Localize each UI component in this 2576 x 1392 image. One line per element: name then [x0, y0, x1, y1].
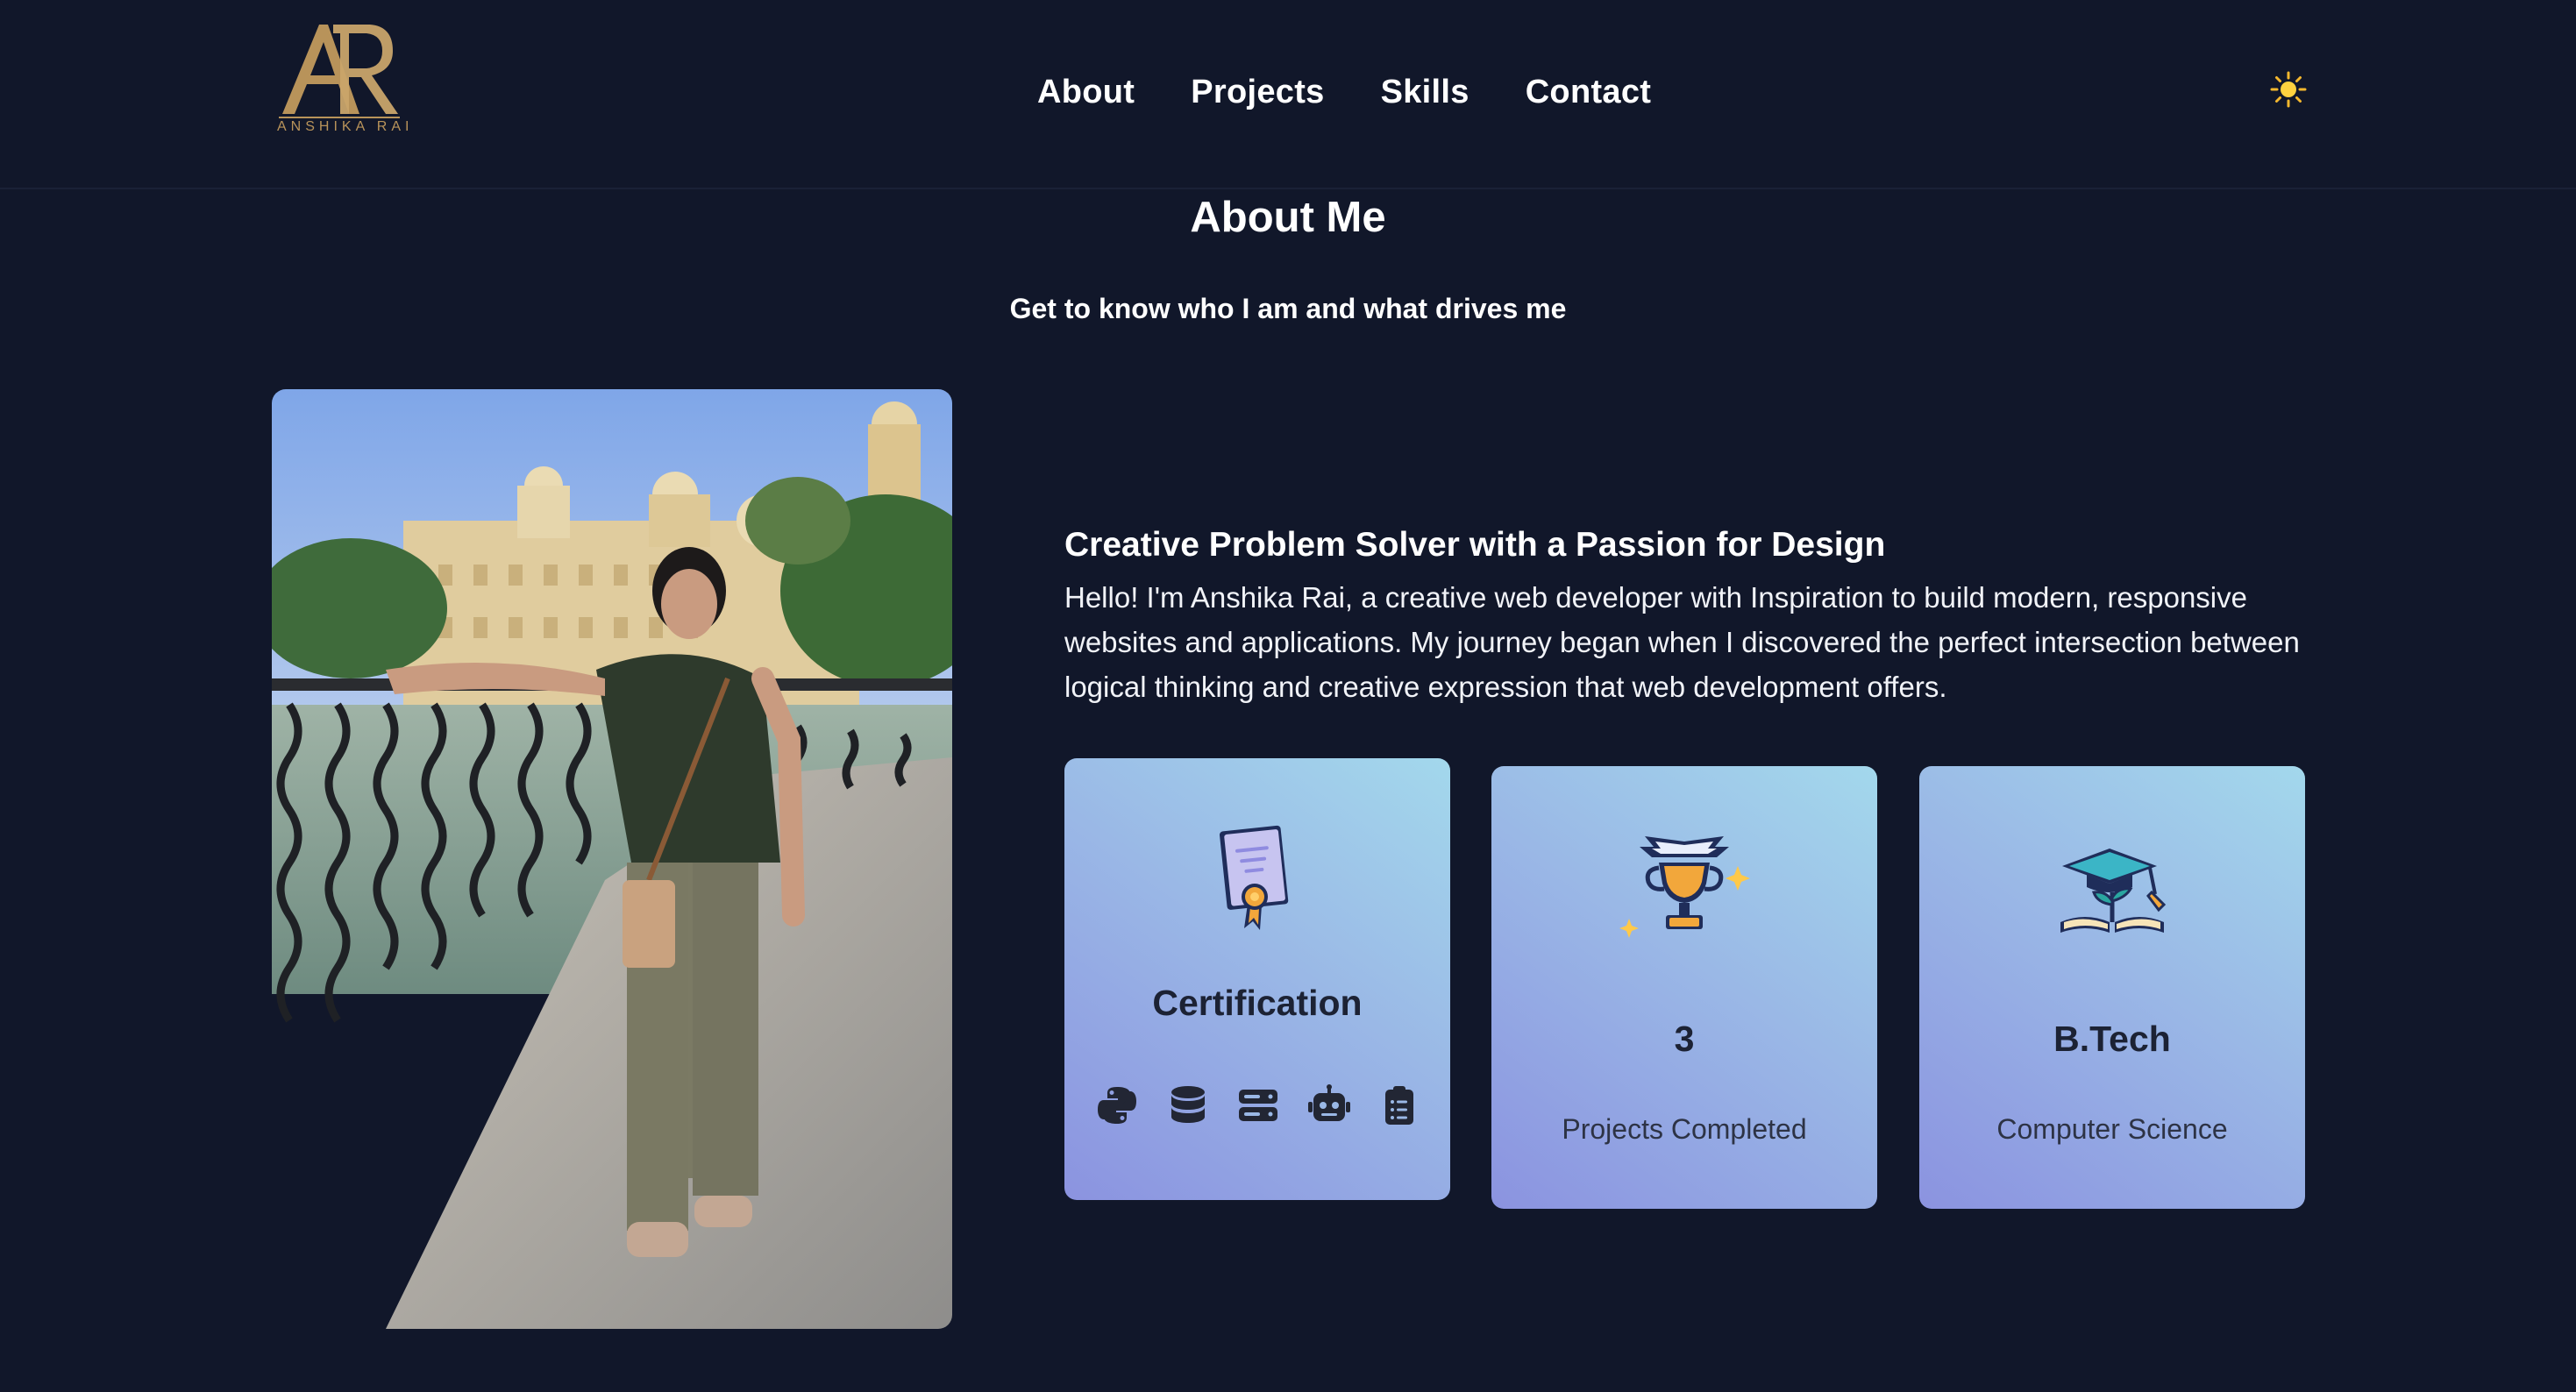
python-icon: [1096, 1084, 1138, 1126]
skills-icon-row: [1096, 1084, 1420, 1126]
nav-about-link[interactable]: About: [1037, 74, 1135, 111]
clipboard-icon: [1378, 1084, 1420, 1126]
theme-toggle-button[interactable]: [2269, 70, 2308, 109]
section-title: About Me: [1190, 194, 1386, 241]
card-title: 3: [1674, 1019, 1695, 1059]
database-icon: [1167, 1084, 1209, 1126]
card-title: B.Tech: [2053, 1019, 2171, 1059]
profile-photo: [272, 389, 952, 1329]
brand-name: ANSHIKA RAI: [277, 119, 414, 134]
sun-icon: [2270, 71, 2307, 108]
certification-card[interactable]: Certification: [1064, 758, 1450, 1200]
section-subtitle: Get to know who I am and what drives me: [1009, 293, 1567, 324]
about-description: Hello! I'm Anshika Rai, a creative web d…: [1064, 581, 2300, 703]
card-title: Certification: [1152, 983, 1363, 1023]
trophy-icon: [1619, 836, 1750, 938]
nav-projects-link[interactable]: Projects: [1191, 74, 1324, 111]
degree-card[interactable]: B.Tech Computer Science: [1919, 766, 2305, 1209]
nav-contact-link[interactable]: Contact: [1526, 74, 1652, 111]
nav-skills-link[interactable]: Skills: [1381, 74, 1469, 111]
profile-photo-image: [272, 389, 952, 1329]
brand-logo[interactable]: ANSHIKA RAI: [274, 16, 414, 147]
about-heading: Creative Problem Solver with a Passion f…: [1064, 526, 1886, 564]
server-icon: [1237, 1084, 1279, 1126]
site-header: ANSHIKA RAI About Projects Skills Contac…: [0, 0, 2576, 189]
graduation-cap-icon: [2060, 849, 2167, 933]
card-label: Computer Science: [1996, 1113, 2228, 1145]
certificate-icon: [1219, 825, 1289, 930]
card-label: Projects Completed: [1562, 1113, 1807, 1145]
projects-completed-card[interactable]: 3 Projects Completed: [1491, 766, 1877, 1209]
robot-icon: [1307, 1084, 1350, 1126]
main-nav: About Projects Skills Contact: [1037, 68, 1651, 116]
